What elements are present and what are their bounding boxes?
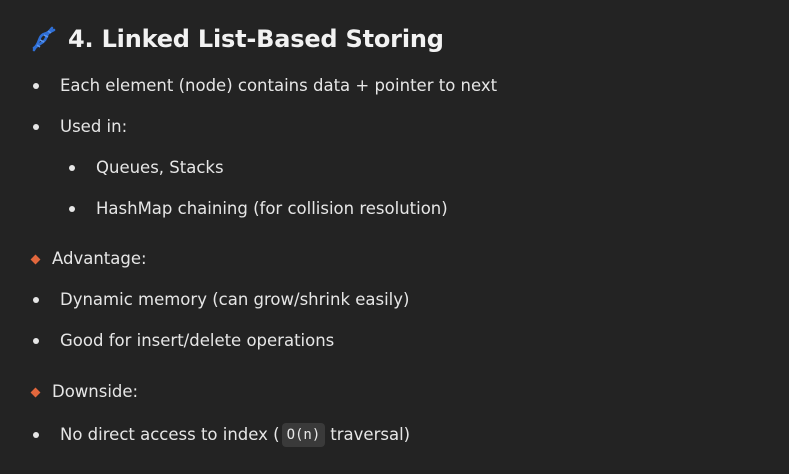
list-item: No direct access to index ( O(n) travers… [33, 423, 410, 447]
dna-icon [32, 26, 56, 52]
subheading-advantage: Advantage: [30, 249, 147, 269]
list-item: Queues, Stacks [69, 158, 224, 178]
list-item-text: Dynamic memory (can grow/shrink easily) [60, 290, 410, 309]
list-item: HashMap chaining (for collision resoluti… [69, 199, 448, 219]
list-item-text-post: traversal) [330, 425, 411, 444]
bullet-icon [69, 206, 75, 212]
list-item: Each element (node) contains data + poin… [33, 76, 497, 96]
list-item-text: HashMap chaining (for collision resoluti… [96, 199, 448, 218]
bullet-icon [33, 124, 39, 130]
list-item: Good for insert/delete operations [33, 331, 334, 351]
section-heading: 4. Linked List-Based Storing [30, 22, 444, 56]
diamond-icon [30, 254, 41, 264]
bullet-icon [69, 165, 75, 171]
list-item-text: Queues, Stacks [96, 158, 224, 177]
page-title: 4. Linked List-Based Storing [68, 25, 444, 53]
document-page: 4. Linked List-Based Storing Each elemen… [0, 0, 789, 474]
subheading-text: Downside: [52, 382, 139, 401]
list-item-text: Good for insert/delete operations [60, 331, 335, 350]
diamond-icon [30, 387, 41, 397]
list-item-text-pre: No direct access to index ( [60, 425, 280, 444]
subheading-text: Advantage: [52, 249, 147, 268]
inline-code: O(n) [281, 423, 326, 447]
bullet-icon [33, 432, 39, 438]
list-item: Used in: [33, 117, 127, 137]
list-item-text: Used in: [60, 117, 128, 136]
list-item: Dynamic memory (can grow/shrink easily) [33, 290, 409, 310]
list-item-text: Each element (node) contains data + poin… [60, 76, 498, 95]
subheading-downside: Downside: [30, 382, 138, 402]
bullet-icon [33, 338, 39, 344]
bullet-icon [33, 83, 39, 89]
bullet-icon [33, 297, 39, 303]
